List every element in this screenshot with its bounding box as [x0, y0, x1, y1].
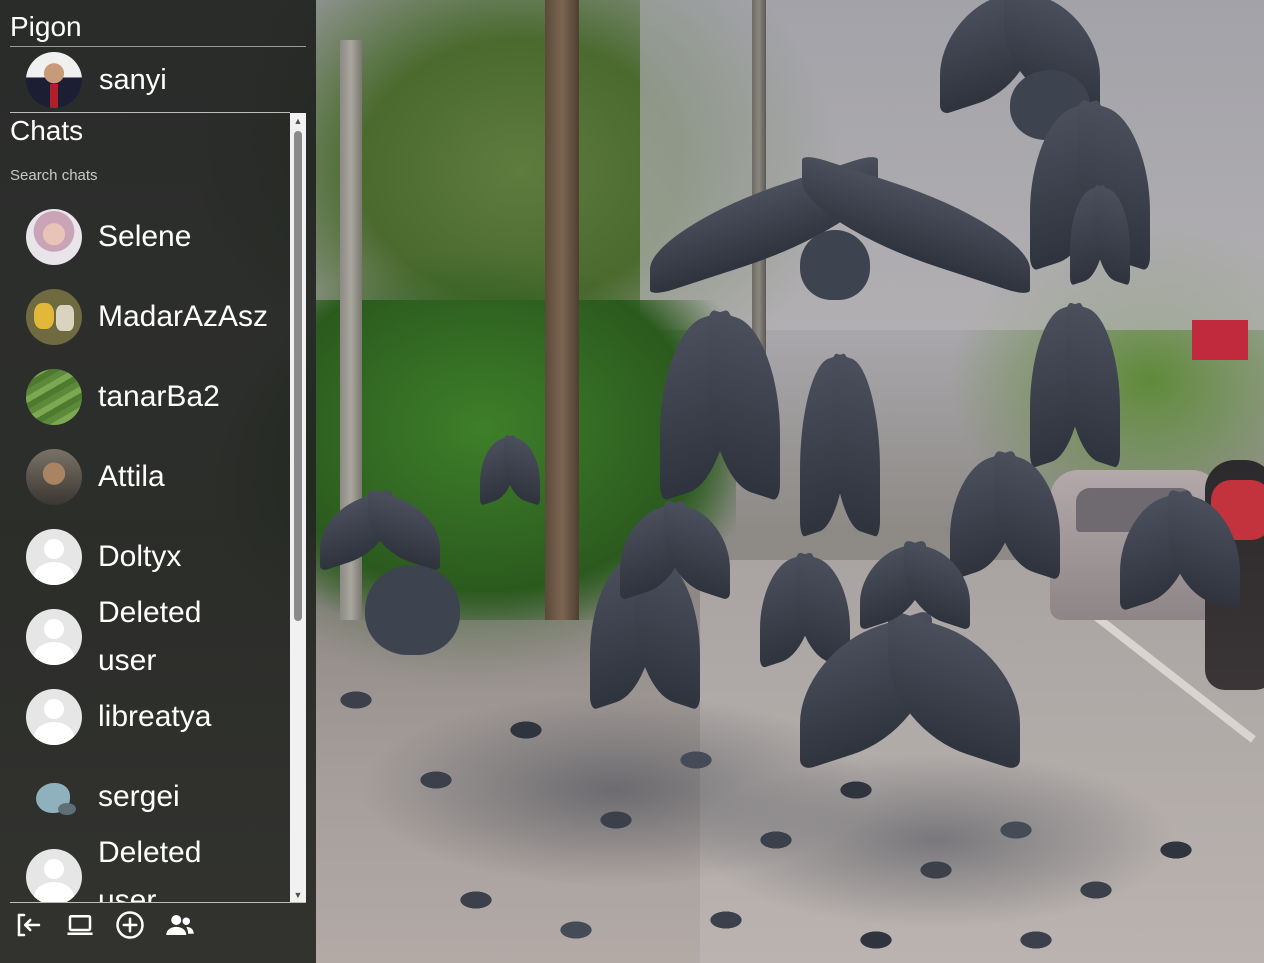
laptop-icon [67, 915, 93, 935]
pigeon [1030, 310, 1120, 460]
current-user-name: sanyi [99, 63, 167, 96]
chat-item-deleted-user-2[interactable]: Deleted user [26, 829, 290, 902]
app-title: Pigon [10, 11, 82, 42]
red-sign [1192, 320, 1248, 360]
default-user-icon [26, 849, 82, 902]
pigeon [800, 230, 870, 300]
pigeon [660, 320, 780, 490]
chat-item-selene[interactable]: Selene [26, 209, 290, 265]
chat-name: MadarAzAsz [98, 300, 269, 333]
chat-item-sergei[interactable]: sergei [26, 769, 290, 825]
pigeon [1070, 190, 1130, 280]
chat-name: Doltyx [98, 540, 182, 573]
user-avatar [26, 52, 82, 108]
pigeon-icon [26, 769, 82, 825]
default-user-icon [26, 529, 82, 585]
logout-button[interactable] [14, 910, 44, 940]
pigeon [1120, 500, 1240, 600]
pigeon [480, 440, 540, 500]
default-user-icon [26, 689, 82, 745]
new-chat-button[interactable] [115, 910, 145, 940]
current-user[interactable]: sanyi [26, 52, 167, 108]
default-user-icon [26, 609, 82, 665]
chat-item-madarazasz[interactable]: MadarAzAsz [26, 289, 290, 345]
scroll-thumb[interactable] [294, 131, 302, 621]
chat-item-deleted-user[interactable]: Deleted user [26, 589, 290, 685]
tree-trunk [545, 0, 579, 620]
scroll-down-arrow-icon[interactable]: ▼ [290, 887, 306, 903]
chat-list: Selene MadarAzAsz tanarBa2 Attila Doltyx… [0, 196, 290, 902]
devices-button[interactable] [65, 910, 95, 940]
chat-item-libreatya[interactable]: libreatya [26, 689, 290, 745]
pigeon [950, 460, 1060, 570]
pigeon-flock [316, 640, 1264, 963]
chat-avatar [26, 369, 82, 425]
logout-icon [17, 913, 41, 937]
chat-avatar [26, 209, 82, 265]
bottom-toolbar [0, 902, 316, 963]
chat-name: sergei [98, 780, 180, 813]
group-icon [166, 915, 194, 935]
chat-item-attila[interactable]: Attila [26, 449, 290, 505]
chat-item-doltyx[interactable]: Doltyx [26, 529, 290, 585]
divider [10, 46, 306, 47]
divider [10, 112, 290, 113]
chat-name: Deleted user [98, 596, 202, 677]
chat-avatar [26, 289, 82, 345]
add-circle-icon [116, 911, 144, 939]
chat-name: Deleted user [98, 836, 202, 902]
chat-name: Attila [98, 460, 165, 493]
pigeon [860, 550, 970, 620]
pigeon [800, 360, 880, 530]
pigeon [620, 510, 730, 590]
chat-name: libreatya [98, 700, 212, 733]
chat-name: Selene [98, 220, 192, 253]
search-chats-input[interactable]: Search chats [10, 167, 98, 184]
pigeon [320, 500, 440, 560]
divider [10, 902, 306, 903]
chat-name: tanarBa2 [98, 380, 220, 413]
sidebar: Pigon sanyi Chats Search chats Selene Ma… [0, 0, 316, 963]
chats-heading: Chats [10, 115, 84, 146]
chat-avatar [26, 449, 82, 505]
scroll-up-arrow-icon[interactable]: ▲ [290, 113, 306, 129]
chat-list-scrollbar[interactable]: ▲ ▼ [290, 113, 306, 903]
contacts-button[interactable] [165, 910, 195, 940]
chat-item-tanarba2[interactable]: tanarBa2 [26, 369, 290, 425]
